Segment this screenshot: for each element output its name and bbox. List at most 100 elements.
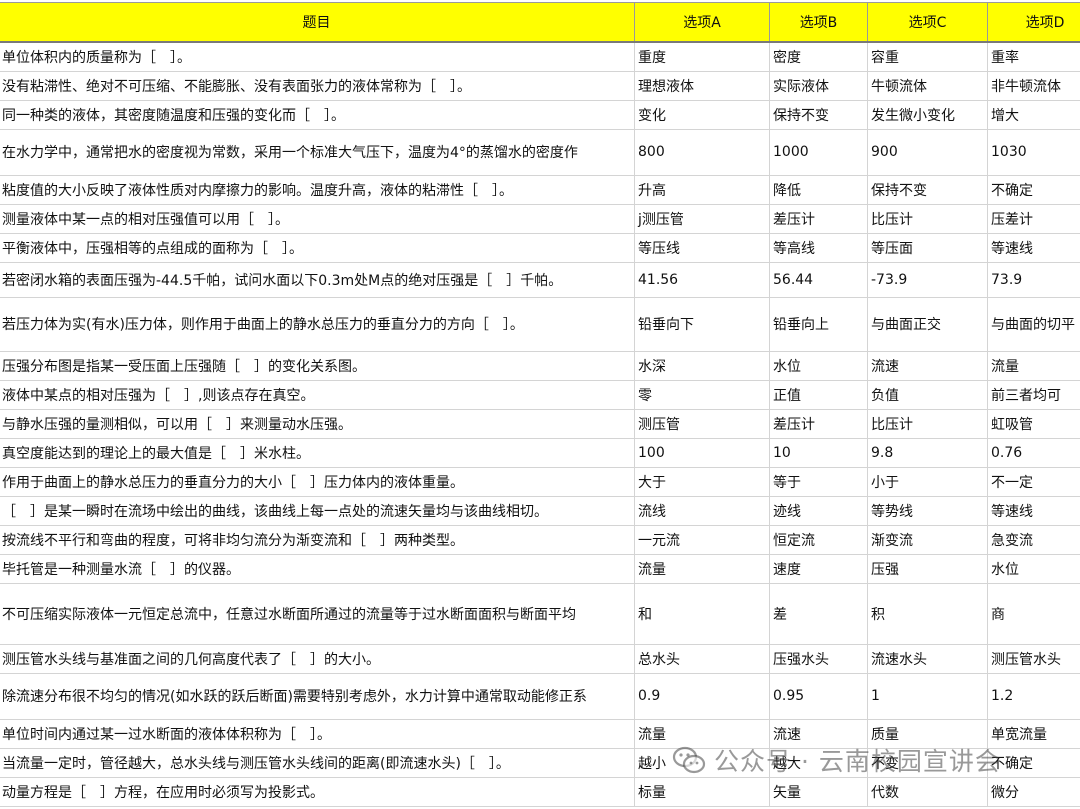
question-cell: 测压管水头线与基准面之间的几何高度代表了［ ］的大小。 [0, 644, 635, 674]
option-a-cell: 铅垂向下 [634, 297, 770, 352]
option-b-cell: 正值 [769, 380, 868, 410]
question-cell: 粘度值的大小反映了液体性质对内摩擦力的影响。温度升高，液体的粘滞性［ ］。 [0, 175, 635, 205]
question-cell: 真空度能达到的理论上的最大值是［ ］米水柱。 [0, 438, 635, 468]
option-d-cell: 等速线 [987, 233, 1080, 263]
option-b-cell: 差压计 [769, 204, 868, 234]
option-a-cell: 流量 [634, 719, 770, 749]
option-a-cell: 100 [634, 438, 770, 468]
table-row: 粘度值的大小反映了液体性质对内摩擦力的影响。温度升高，液体的粘滞性［ ］。 升高降… [0, 175, 1080, 205]
question-cell: 按流线不平行和弯曲的程度，可将非均匀流分为渐变流和［ ］两种类型。 [0, 525, 635, 555]
header-option-b: 选项B [769, 2, 868, 43]
option-d-cell: 虹吸管 [987, 409, 1080, 439]
option-d-cell: 急变流 [987, 525, 1080, 555]
option-b-cell: 56.44 [769, 262, 868, 298]
table-row: 同一种类的液体，其密度随温度和压强的变化而［ ］。 变化 保持不变 发生微小变化 增大 [0, 100, 1080, 130]
question-cell: 在水力学中，通常把水的密度视为常数，采用一个标准大气压下，温度为4°的蒸馏水的密… [0, 129, 635, 176]
table-row: 在水力学中，通常把水的密度视为常数，采用一个标准大气压下，温度为4°的蒸馏水的密… [0, 129, 1080, 176]
header-question: 题目 [0, 2, 635, 43]
option-d-cell: 等速线 [987, 496, 1080, 526]
option-b-cell: 恒定流 [769, 525, 868, 555]
table-row: 单位体积内的质量称为［ ］。 重度 密度 容重 重率 [0, 42, 1080, 72]
question-cell: 若密闭水箱的表面压强为-44.5千帕，试问水面以下0.3m处M点的绝对压强是［ … [0, 262, 635, 298]
option-b-cell: 1000 [769, 129, 868, 176]
option-d-cell: 流量 [987, 351, 1080, 381]
option-a-cell: 800 [634, 129, 770, 176]
option-c-cell: 代数 [867, 777, 988, 807]
option-d-cell: 1030 [987, 129, 1080, 176]
option-d-cell: 测压管水头 [987, 644, 1080, 674]
question-cell: 测量液体中某一点的相对压强值可以用［ ］。 [0, 204, 635, 234]
option-c-cell: 9.8 [867, 438, 988, 468]
table-row: 不可压缩实际液体一元恒定总流中，任意过水断面所通过的流量等于过水断面面积与断面平… [0, 583, 1080, 645]
option-c-cell: 积 [867, 583, 988, 645]
option-d-cell: 增大 [987, 100, 1080, 130]
option-d-cell: 0.76 [987, 438, 1080, 468]
question-cell: 液体中某点的相对压强为［ ］,则该点存在真空。 [0, 380, 635, 410]
option-c-cell: 与曲面正交 [867, 297, 988, 352]
table-body: 单位体积内的质量称为［ ］。 重度 密度 容重 重率 没有粘滞性、绝对不可压缩、不能膨胀、… [0, 42, 1080, 807]
question-cell: 不可压缩实际液体一元恒定总流中，任意过水断面所通过的流量等于过水断面面积与断面平… [0, 583, 635, 645]
question-cell: 单位体积内的质量称为［ ］。 [0, 42, 635, 72]
option-b-cell: 实际液体 [769, 71, 868, 101]
question-table: 题目 选项A 选项B 选项C 选项D 单位体积内的质量称为［ ］。 重度 密度 容重重… [0, 2, 1080, 807]
option-a-cell: 测压管 [634, 409, 770, 439]
question-cell: 除流速分布很不均匀的情况(如水跃的跃后断面)需要特别考虑外，水力计算中通常取动能… [0, 673, 635, 720]
question-cell: 毕托管是一种测量水流［ ］的仪器。 [0, 554, 635, 584]
option-b-cell: 保持不变 [769, 100, 868, 130]
option-a-cell: 总水头 [634, 644, 770, 674]
option-b-cell: 流速 [769, 719, 868, 749]
option-d-cell: 微分 [987, 777, 1080, 807]
option-c-cell: 等压面 [867, 233, 988, 263]
question-cell: 单位时间内通过某一过水断面的液体体积称为［ ］。 [0, 719, 635, 749]
option-a-cell: 重度 [634, 42, 770, 72]
option-b-cell: 0.95 [769, 673, 868, 720]
option-c-cell: -73.9 [867, 262, 988, 298]
option-a-cell: 和 [634, 583, 770, 645]
table-row: 单位时间内通过某一过水断面的液体体积称为［ ］。 流量 流速 质量 单宽流量 [0, 719, 1080, 749]
table-row: 没有粘滞性、绝对不可压缩、不能膨胀、没有表面张力的液体常称为［ ］。 理想液体 实际… [0, 71, 1080, 101]
option-c-cell: 保持不变 [867, 175, 988, 205]
option-b-cell: 密度 [769, 42, 868, 72]
question-cell: 与静水压强的量测相似，可以用［ ］来测量动水压强。 [0, 409, 635, 439]
option-a-cell: j测压管 [634, 204, 770, 234]
table-row: 作用于曲面上的静水总压力的垂直分力的大小［ ］压力体内的液体重量。 大于 等于 小于不… [0, 467, 1080, 497]
option-a-cell: 变化 [634, 100, 770, 130]
option-b-cell: 等高线 [769, 233, 868, 263]
option-d-cell: 重率 [987, 42, 1080, 72]
header-option-c: 选项C [867, 2, 988, 43]
table-row: 按流线不平行和弯曲的程度，可将非均匀流分为渐变流和［ ］两种类型。 一元流 恒定流渐… [0, 525, 1080, 555]
option-c-cell: 等势线 [867, 496, 988, 526]
header-option-d: 选项D [987, 2, 1080, 43]
option-b-cell: 矢量 [769, 777, 868, 807]
table-row: 动量方程是［ ］方程，在应用时必须写为投影式。 标量 矢量 代数 微分 [0, 777, 1080, 807]
table-row: 真空度能达到的理论上的最大值是［ ］米水柱。 100 10 9.8 0.76 [0, 438, 1080, 468]
option-b-cell: 越大 [769, 748, 868, 778]
option-b-cell: 迹线 [769, 496, 868, 526]
option-c-cell: 比压计 [867, 204, 988, 234]
table-row: 当流量一定时，管径越大，总水头线与测压管水头线间的距离(即流速水头)［ ］。 越小… [0, 748, 1080, 778]
table-row: 液体中某点的相对压强为［ ］,则该点存在真空。零正值 负值 前三者均可 [0, 380, 1080, 410]
header-option-a: 选项A [634, 2, 770, 43]
option-d-cell: 不一定 [987, 467, 1080, 497]
option-a-cell: 越小 [634, 748, 770, 778]
question-cell: 作用于曲面上的静水总压力的垂直分力的大小［ ］压力体内的液体重量。 [0, 467, 635, 497]
table-row: 压强分布图是指某一受压面上压强随［ ］的变化关系图。 水深 水位 流速 流量 [0, 351, 1080, 381]
option-b-cell: 差 [769, 583, 868, 645]
option-a-cell: 41.56 [634, 262, 770, 298]
option-a-cell: 零 [634, 380, 770, 410]
option-d-cell: 1.2 [987, 673, 1080, 720]
option-d-cell: 前三者均可 [987, 380, 1080, 410]
table-row: 除流速分布很不均匀的情况(如水跃的跃后断面)需要特别考虑外，水力计算中通常取动能… [0, 673, 1080, 720]
option-c-cell: 压强 [867, 554, 988, 584]
question-cell: 同一种类的液体，其密度随温度和压强的变化而［ ］。 [0, 100, 635, 130]
option-a-cell: 水深 [634, 351, 770, 381]
question-cell: 当流量一定时，管径越大，总水头线与测压管水头线间的距离(即流速水头)［ ］。 [0, 748, 635, 778]
option-c-cell: 1 [867, 673, 988, 720]
option-a-cell: 一元流 [634, 525, 770, 555]
option-d-cell: 水位 [987, 554, 1080, 584]
option-c-cell: 小于 [867, 467, 988, 497]
table-row: 平衡液体中，压强相等的点组成的面称为［ ］。 等压线 等高线 等压面 等速线 [0, 233, 1080, 263]
option-a-cell: 等压线 [634, 233, 770, 263]
option-b-cell: 10 [769, 438, 868, 468]
option-c-cell: 负值 [867, 380, 988, 410]
